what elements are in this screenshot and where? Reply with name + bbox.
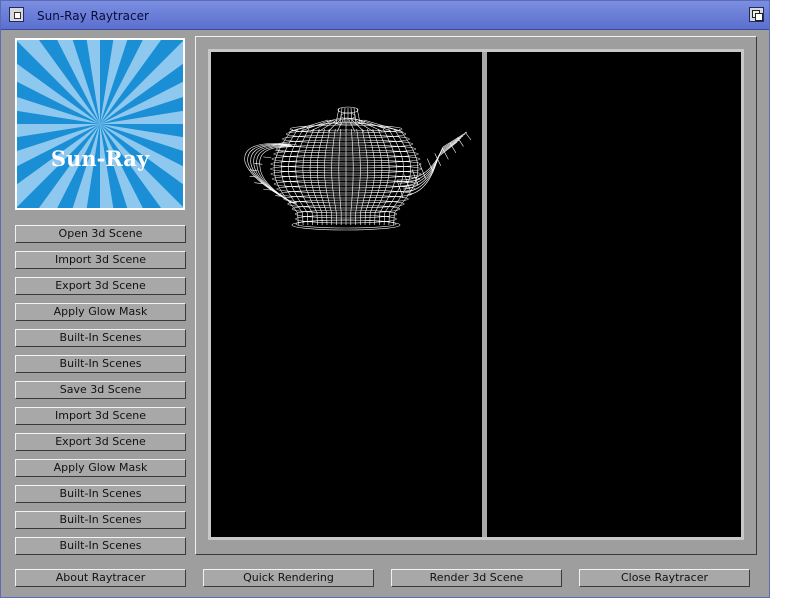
- raytracer-window: Sun-Ray Raytracer Sun-Ray Open 3d Scene I…: [0, 0, 770, 598]
- render-3d-scene-button[interactable]: Render 3d Scene: [391, 569, 562, 587]
- sidebar-button-3[interactable]: Export 3d Scene: [15, 277, 186, 295]
- teapot-mesh: [244, 106, 472, 231]
- render-output-pane: [487, 52, 741, 537]
- sidebar-button-9[interactable]: Export 3d Scene: [15, 433, 186, 451]
- sidebar-button-11[interactable]: Built-In Scenes: [15, 485, 186, 503]
- wireframe-preview-pane[interactable]: [211, 52, 482, 537]
- scene-viewport: [208, 49, 744, 540]
- sidebar-button-6[interactable]: Built-In Scenes: [15, 355, 186, 373]
- about-raytracer-button[interactable]: About Raytracer: [15, 569, 186, 587]
- logo-text: Sun-Ray: [51, 146, 150, 171]
- sidebar-button-10[interactable]: Apply Glow Mask: [15, 459, 186, 477]
- sidebar-button-2[interactable]: Import 3d Scene: [15, 251, 186, 269]
- depth-arrange-icon[interactable]: [749, 7, 764, 22]
- quick-rendering-button[interactable]: Quick Rendering: [203, 569, 374, 587]
- sidebar-button-1[interactable]: Open 3d Scene: [15, 225, 186, 243]
- teapot-wireframe: [244, 106, 472, 231]
- sidebar-button-7[interactable]: Save 3d Scene: [15, 381, 186, 399]
- sidebar-button-5[interactable]: Built-In Scenes: [15, 329, 186, 347]
- sidebar-button-13[interactable]: Built-In Scenes: [15, 537, 186, 555]
- sidebar-button-4[interactable]: Apply Glow Mask: [15, 303, 186, 321]
- title-bar[interactable]: Sun-Ray Raytracer: [1, 1, 769, 30]
- sunburst-logo-graphic: Sun-Ray: [17, 40, 183, 208]
- close-window-icon[interactable]: [9, 7, 24, 22]
- viewport-frame: [195, 36, 757, 555]
- sidebar-button-8[interactable]: Import 3d Scene: [15, 407, 186, 425]
- sun-ray-logo: Sun-Ray: [15, 38, 185, 210]
- sidebar-button-12[interactable]: Built-In Scenes: [15, 511, 186, 529]
- close-raytracer-button[interactable]: Close Raytracer: [579, 569, 750, 587]
- window-title: Sun-Ray Raytracer: [37, 9, 149, 23]
